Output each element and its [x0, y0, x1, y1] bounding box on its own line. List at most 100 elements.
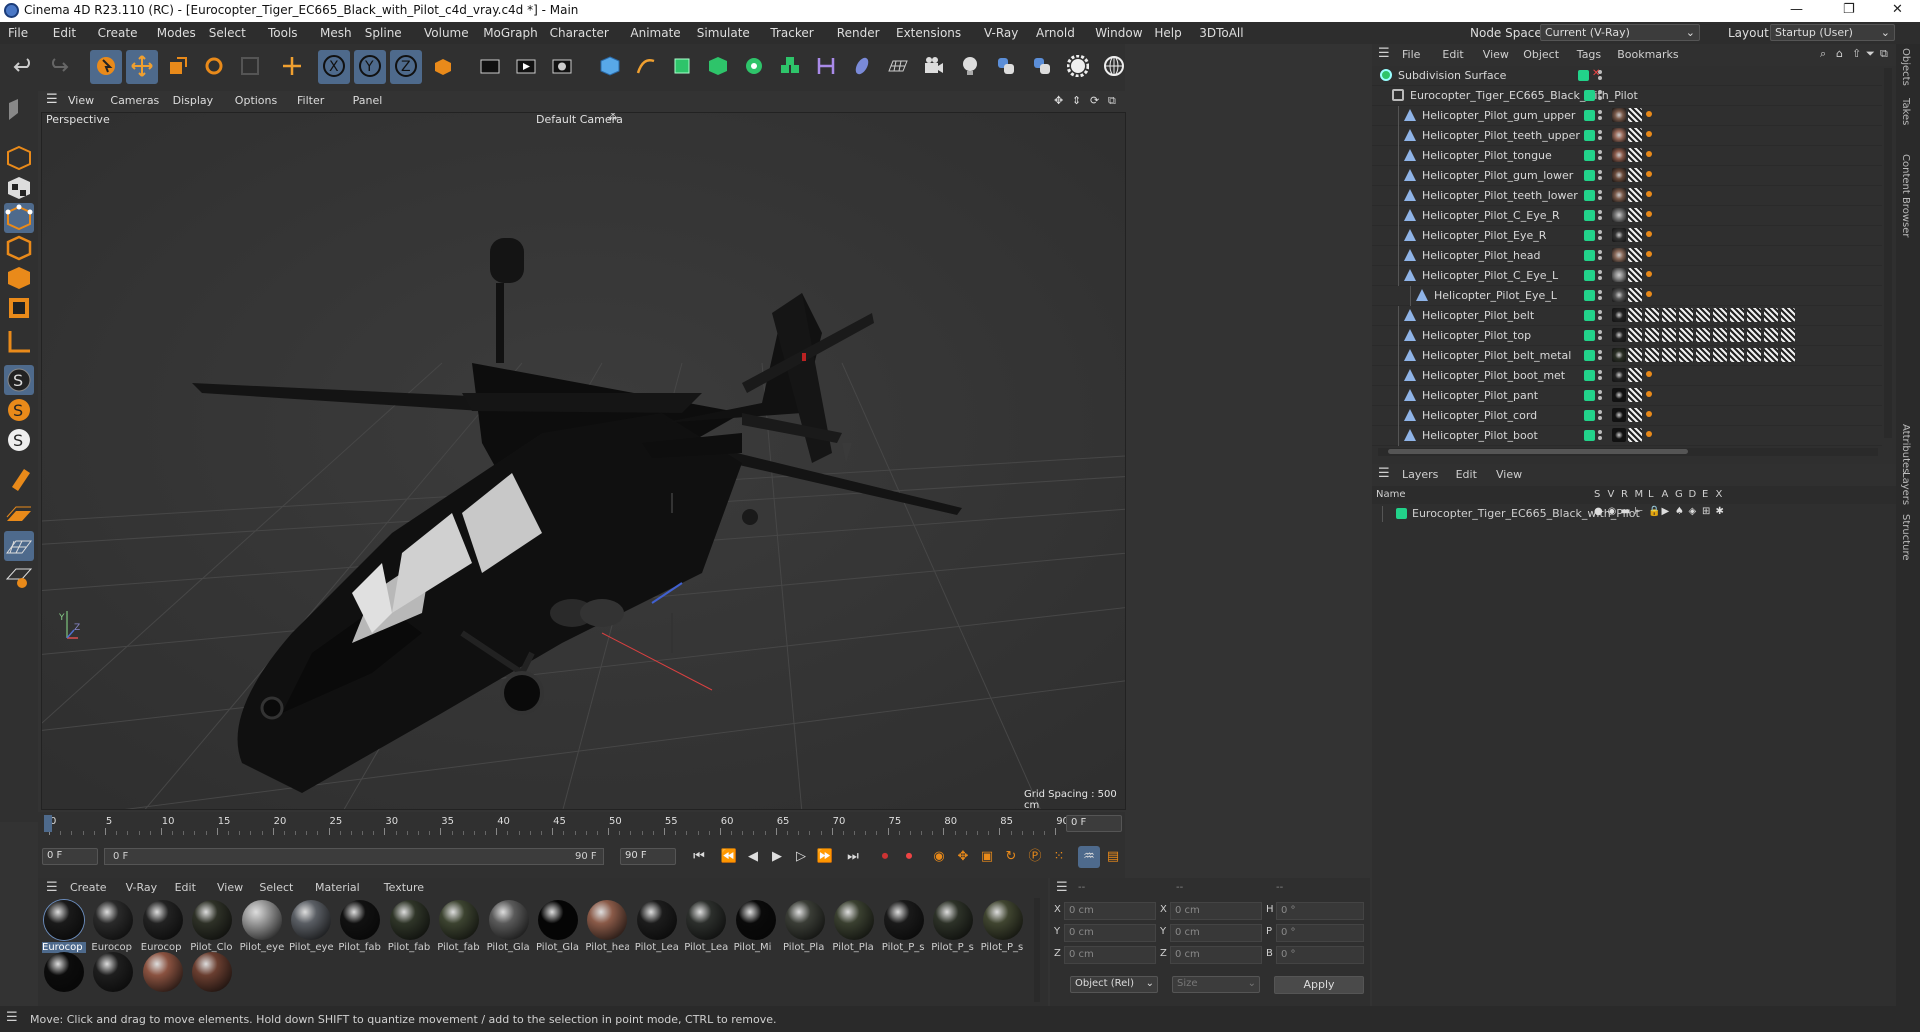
autokey-icon[interactable]: ⏺: [898, 846, 920, 868]
object-row[interactable]: Helicopter_Pilot_boot_met: [1372, 366, 1882, 386]
key-scale-icon[interactable]: ▣: [976, 846, 998, 868]
layer-color-tag[interactable]: [1584, 290, 1595, 301]
visibility-dots[interactable]: [1597, 230, 1602, 241]
menu-arnold[interactable]: Arnold: [1036, 26, 1075, 40]
phong-tag-icon[interactable]: [1646, 371, 1652, 377]
menu-volume[interactable]: Volume: [424, 26, 469, 40]
axis-mode-button[interactable]: [4, 327, 34, 357]
menu-mograph[interactable]: MoGraph: [483, 26, 538, 40]
visibility-dots[interactable]: [1597, 410, 1602, 421]
material-swatch[interactable]: Eurocop: [91, 900, 135, 953]
layer-color-tag[interactable]: [1584, 210, 1595, 221]
side-tab-layers[interactable]: Layers: [1900, 472, 1911, 505]
rotate-tool-button[interactable]: [198, 50, 230, 84]
uvw-tag-icon[interactable]: [1628, 148, 1642, 162]
material-swatch[interactable]: [42, 952, 86, 1004]
uvw-tag-icon[interactable]: [1781, 308, 1795, 322]
object-menu-file[interactable]: File: [1402, 48, 1420, 61]
menu-spline[interactable]: Spline: [365, 26, 402, 40]
viewport-menu-filter[interactable]: Filter: [297, 94, 324, 107]
globe-button[interactable]: [1098, 50, 1130, 84]
layer-color-tag[interactable]: [1584, 410, 1595, 421]
restore-button[interactable]: ❐: [1843, 2, 1855, 17]
key-param-icon[interactable]: Ⓟ: [1024, 846, 1046, 868]
material-scrollbar[interactable]: [1034, 898, 1040, 1002]
uvw-tag-icon[interactable]: [1713, 328, 1727, 342]
material-swatch[interactable]: Pilot_Gla: [487, 900, 531, 953]
material-tag-icon[interactable]: [1612, 388, 1626, 402]
preview-range-slider[interactable]: 0 F 90 F: [104, 848, 604, 865]
size-field[interactable]: 0 cm: [1170, 924, 1262, 942]
material-menu-select[interactable]: Select: [259, 881, 293, 894]
object-row[interactable]: Helicopter_Pilot_C_Eye_L: [1372, 266, 1882, 286]
uvw-tag-icon[interactable]: [1730, 308, 1744, 322]
layer-row[interactable]: Eurocopter_Tiger_EC665_Black_with_Pilot …: [1372, 504, 1896, 524]
layer-color-tag[interactable]: [1578, 70, 1589, 81]
material-swatch[interactable]: [190, 952, 234, 1004]
material-swatch[interactable]: Eurocop: [42, 900, 86, 953]
material-swatch[interactable]: Pilot_Mi: [734, 900, 778, 953]
transform-tool-button[interactable]: [276, 50, 308, 84]
menu-extensions[interactable]: Extensions: [896, 26, 961, 40]
material-tag-icon[interactable]: [1612, 108, 1626, 122]
menu-tracker[interactable]: Tracker: [770, 26, 813, 40]
material-menu-vray[interactable]: V-Ray: [126, 881, 158, 894]
layer-color-tag[interactable]: [1584, 250, 1595, 261]
y-axis-button[interactable]: Y: [354, 50, 386, 84]
next-key-icon[interactable]: ⏩: [814, 846, 836, 868]
material-menu-view[interactable]: View: [217, 881, 243, 894]
uvw-tag-icon[interactable]: [1696, 308, 1710, 322]
uv-mode-button[interactable]: [4, 293, 34, 323]
layer-color-tag[interactable]: [1584, 170, 1595, 181]
perspective-viewport[interactable]: Y Z Perspective Default Camera ⁂ Grid Sp…: [41, 112, 1126, 810]
object-row[interactable]: Helicopter_Pilot_tongue: [1372, 146, 1882, 166]
side-tab-content-browser[interactable]: Content Browser: [1900, 154, 1911, 237]
material-swatch[interactable]: Pilot_eye: [240, 900, 284, 953]
timeline-layout-icon[interactable]: ▤: [1102, 846, 1124, 868]
phong-tag-icon[interactable]: [1646, 151, 1652, 157]
phong-tag-icon[interactable]: [1646, 291, 1652, 297]
uvw-tag-icon[interactable]: [1713, 308, 1727, 322]
material-tag-icon[interactable]: [1612, 428, 1626, 442]
menu-render[interactable]: Render: [837, 26, 880, 40]
cloner-button[interactable]: [738, 50, 770, 84]
uvw-tag-icon[interactable]: [1662, 328, 1676, 342]
layer-column-l[interactable]: L: [1648, 489, 1654, 500]
node-space-dropdown[interactable]: Current (V-Ray) ⌄: [1540, 24, 1700, 41]
snap-settings-button[interactable]: S: [4, 395, 34, 425]
menu-file[interactable]: File: [8, 26, 28, 40]
timeline-ruler[interactable]: 0 5 10 15 20 25 30 35 40 45 50 55 60 65 70 75 80 85 90 0 F: [38, 812, 1125, 836]
layer-flag-icon[interactable]: 🔒: [1648, 506, 1660, 517]
material-swatch[interactable]: Eurocop: [141, 900, 185, 953]
uvw-tag-icon[interactable]: [1764, 308, 1778, 322]
new-window-icon[interactable]: ⧉: [1880, 47, 1888, 61]
phong-tag-icon[interactable]: [1646, 431, 1652, 437]
coordinate-mode-dropdown[interactable]: Object (Rel) ⌄: [1070, 976, 1158, 993]
material-swatch[interactable]: Pilot_Lea: [635, 900, 679, 953]
uvw-tag-icon[interactable]: [1628, 188, 1642, 202]
layer-color-tag[interactable]: [1584, 90, 1595, 101]
size-mode-dropdown[interactable]: Size ⌄: [1172, 976, 1260, 993]
python-button[interactable]: [990, 50, 1022, 84]
layer-flag-icon[interactable]: ⊞: [1702, 506, 1710, 517]
layer-flag-icon[interactable]: ▶: [1662, 506, 1670, 517]
key-rotation-icon[interactable]: ↻: [1000, 846, 1022, 868]
menu-modes[interactable]: Modes: [157, 26, 196, 40]
visibility-dots[interactable]: [1597, 150, 1602, 161]
material-swatch[interactable]: [141, 952, 185, 1004]
goto-start-icon[interactable]: ⏮: [688, 846, 710, 868]
texture-mode-button[interactable]: [4, 173, 34, 203]
material-swatch[interactable]: Pilot_fab: [437, 900, 481, 953]
snap-button[interactable]: S: [4, 365, 34, 395]
hamburger-icon[interactable]: ☰: [6, 1010, 18, 1025]
viewport-menu-cameras[interactable]: Cameras: [110, 94, 159, 107]
layer-color-tag[interactable]: [1584, 430, 1595, 441]
layer-flag-icon[interactable]: ◉: [1608, 506, 1617, 517]
object-row[interactable]: Eurocopter_Tiger_EC665_Black_with_Pilot: [1372, 86, 1882, 106]
layer-flag-icon[interactable]: ▬: [1621, 506, 1630, 517]
menu-character[interactable]: Character: [550, 26, 609, 40]
layer-flag-icon[interactable]: ♠: [1675, 506, 1684, 517]
object-row[interactable]: Helicopter_Pilot_teeth_lower: [1372, 186, 1882, 206]
material-tag-icon[interactable]: [1612, 168, 1626, 182]
redo-button[interactable]: [42, 50, 74, 84]
